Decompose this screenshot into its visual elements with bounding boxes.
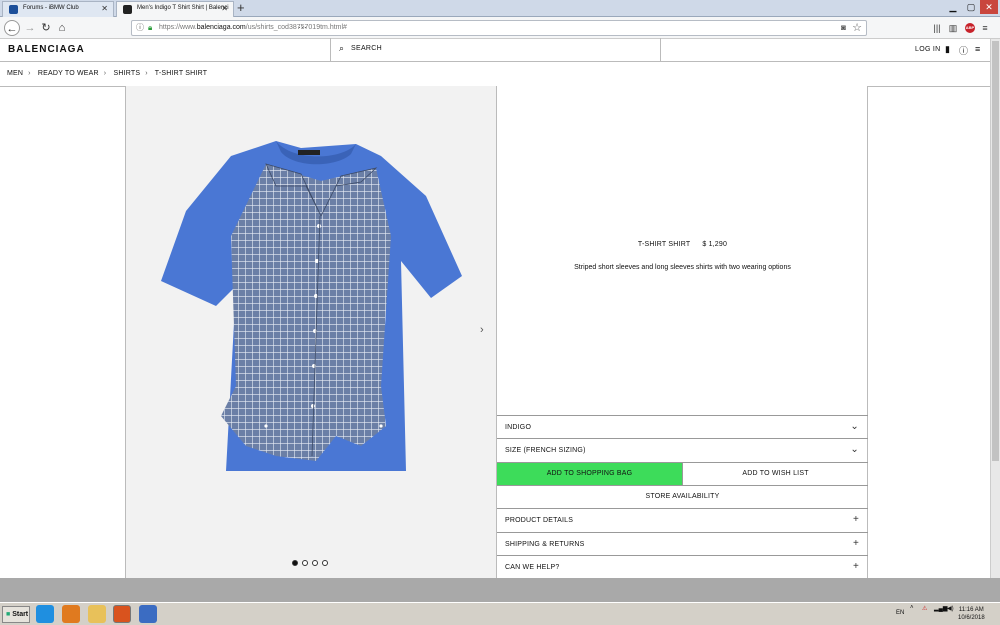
accordion-can-we-help[interactable]: CAN WE HELP? + [497, 555, 868, 578]
product-image [161, 141, 462, 471]
firefox-icon[interactable] [113, 605, 131, 623]
info-icon[interactable]: ⓘ [136, 22, 144, 33]
add-to-wishlist-button[interactable]: ADD TO WISH LIST [682, 463, 868, 485]
media-player-icon[interactable] [62, 605, 80, 623]
plus-icon: + [852, 561, 859, 572]
search-icon: ⌕ [339, 43, 345, 53]
plus-icon: + [852, 514, 859, 525]
balenciaga-favicon-icon [123, 5, 132, 14]
purchase-buttons: ADD TO SHOPPING BAG ADD TO WISH LIST [497, 462, 868, 485]
breadcrumb-ready-to-wear[interactable]: READY TO WEAR [38, 70, 99, 77]
adblock-icon[interactable]: ABP [965, 23, 975, 33]
home-icon[interactable]: ⌂ [54, 20, 70, 36]
breadcrumb: MEN › READY TO WEAR › SHIRTS › T-SHIRT SHIR… [7, 70, 212, 77]
windows-logo-icon: ■ [6, 611, 11, 618]
size-selector[interactable]: SIZE (FRENCH SIZING) ⌄ [497, 438, 868, 461]
forum-favicon-icon [9, 5, 18, 14]
back-arrow-icon[interactable]: ← [4, 20, 20, 36]
close-window-icon[interactable]: ✕ [980, 0, 998, 14]
color-label: INDIGO [505, 424, 532, 431]
gallery-dot[interactable] [322, 560, 328, 566]
sidebar-icon[interactable]: ▥ [946, 20, 960, 36]
next-image-arrow-icon[interactable]: › [480, 324, 484, 336]
page-bottom-band [0, 578, 1000, 602]
tab-title: Men's Indigo T Shirt Shirt | Balenci [137, 5, 229, 11]
os-taskbar: ■ Start EN ˄ ⚠ ▂▄▆ ◀) 11:16 AM 10/6/2018 [0, 602, 1000, 625]
page-actions-icon[interactable]: ··· [298, 22, 830, 32]
start-label: Start [12, 611, 29, 618]
pocket-icon[interactable]: ◙ [841, 23, 846, 32]
shopping-bag-icon[interactable]: ▮ [945, 44, 950, 55]
gallery-dot[interactable] [302, 560, 308, 566]
tab-forums[interactable]: Forums - iBMW Club ✕ [2, 1, 114, 17]
help-icon[interactable]: ⓘ [959, 44, 968, 57]
browser-nav-bar: ← → ↻ ⌂ ⓘ 🔒︎ https://www.balenciaga.com/… [0, 17, 1000, 39]
size-label: SIZE (FRENCH SIZING) [505, 447, 586, 454]
lock-icon: 🔒︎ [148, 23, 153, 32]
network-app-icon[interactable] [139, 605, 157, 623]
url-bar[interactable]: ⓘ 🔒︎ https://www.balenciaga.com/us/shirt… [131, 20, 867, 36]
chevron-down-icon: ⌄ [850, 444, 859, 455]
product-name: T-SHIRT SHIRT [637, 241, 691, 248]
accordion-label: CAN WE HELP? [505, 564, 560, 571]
accordion-label: SHIPPING & RETURNS [505, 541, 585, 548]
menu-icon[interactable]: ≡ [975, 44, 980, 54]
reload-icon[interactable]: ↻ [38, 20, 54, 36]
new-tab-button[interactable]: + [237, 1, 245, 15]
accordion-label: PRODUCT DETAILS [505, 517, 574, 524]
gallery-dot[interactable] [292, 560, 298, 566]
menu-hamburger-icon[interactable]: ≡ [978, 20, 992, 36]
store-availability-button[interactable]: STORE AVAILABILITY [497, 485, 868, 508]
maximize-icon[interactable]: ▢ [962, 0, 980, 14]
site-header: BALENCIAGA ⌕ SEARCH LOG IN ▮ ⓘ ≡ [0, 38, 990, 62]
close-tab-icon[interactable]: ✕ [221, 4, 228, 13]
gallery-dot[interactable] [312, 560, 318, 566]
system-clock[interactable]: 11:16 AM 10/6/2018 [958, 606, 985, 622]
product-price: $ 1,290 [702, 241, 728, 248]
start-button[interactable]: ■ Start [2, 606, 30, 623]
tab-title: Forums - iBMW Club [23, 5, 79, 11]
chevron-right-icon: › [28, 70, 31, 77]
minimize-icon[interactable]: ▁ [944, 0, 962, 14]
search-box[interactable]: ⌕ SEARCH [330, 38, 661, 62]
product-description: Striped short sleeves and long sleeves s… [574, 264, 791, 271]
add-to-bag-button[interactable]: ADD TO SHOPPING BAG [497, 463, 682, 485]
language-indicator[interactable]: EN [896, 610, 904, 616]
chevron-right-icon: › [103, 70, 107, 77]
accordion-shipping-returns[interactable]: SHIPPING & RETURNS + [497, 532, 868, 555]
accordion-product-details[interactable]: PRODUCT DETAILS + [497, 508, 868, 531]
product-gallery: › [125, 86, 497, 578]
bookmark-star-icon[interactable]: ☆ [852, 21, 862, 34]
login-link[interactable]: LOG IN [915, 46, 941, 53]
close-tab-icon[interactable]: ✕ [101, 4, 108, 13]
product-info-panel: T-SHIRT SHIRT $ 1,290 Striped short slee… [497, 86, 868, 578]
site-logo[interactable]: BALENCIAGA [8, 44, 85, 55]
library-icon[interactable]: ||| [930, 20, 944, 36]
gallery-pagination [292, 559, 332, 567]
breadcrumb-men[interactable]: MEN [7, 70, 23, 77]
file-explorer-icon[interactable] [88, 605, 106, 623]
chevron-right-icon: › [145, 70, 148, 77]
internet-explorer-icon[interactable] [36, 605, 54, 623]
search-label: SEARCH [351, 45, 382, 52]
breadcrumb-current: T-SHIRT SHIRT [154, 70, 208, 77]
chevron-down-icon: ⌄ [850, 421, 859, 432]
forward-arrow-icon[interactable]: → [22, 20, 38, 36]
tab-balenciaga[interactable]: Men's Indigo T Shirt Shirt | Balenci ✕ [116, 1, 234, 17]
breadcrumb-shirts[interactable]: SHIRTS [113, 70, 140, 77]
page-scrollbar[interactable] [990, 39, 1000, 578]
clock-date: 10/6/2018 [958, 615, 985, 621]
browser-tab-strip: Forums - iBMW Club ✕ Men's Indigo T Shir… [0, 0, 1000, 17]
plus-icon: + [852, 538, 859, 549]
product-title-line: T-SHIRT SHIRT $ 1,290 [497, 241, 868, 248]
color-selector[interactable]: INDIGO ⌄ [497, 415, 868, 438]
scrollbar-thumb[interactable] [992, 41, 999, 461]
clock-time: 11:16 AM [958, 607, 984, 613]
